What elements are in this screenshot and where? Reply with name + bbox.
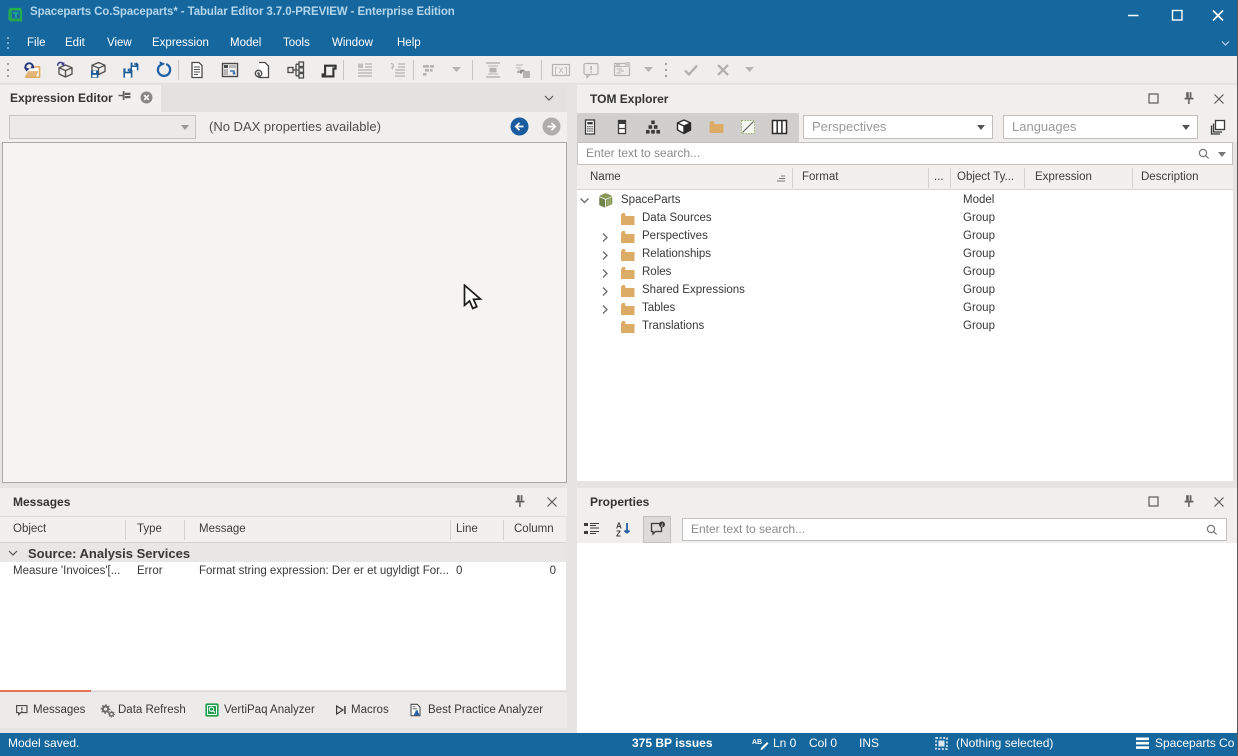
svg-text:[X]: [X] [553,66,568,76]
svg-text:Z: Z [616,530,621,538]
svg-text:AB: AB [752,739,762,746]
